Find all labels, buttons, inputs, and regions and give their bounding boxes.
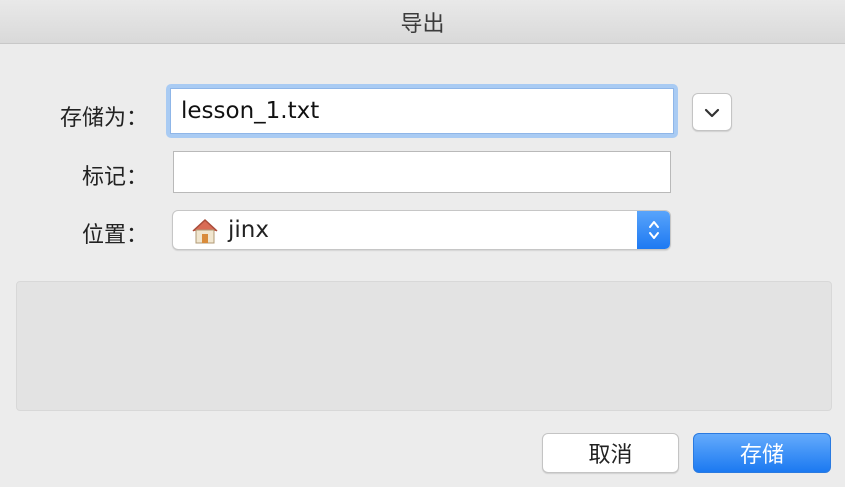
home-folder-icon	[191, 218, 219, 248]
file-browser-area	[16, 281, 832, 411]
cancel-button[interactable]: 取消	[542, 433, 679, 473]
expand-dialog-button[interactable]	[692, 93, 732, 131]
location-label: 位置：	[81, 223, 148, 248]
save-button[interactable]: 存储	[693, 433, 831, 473]
location-popup-button[interactable]: jinx	[172, 210, 671, 250]
save-as-focus-ring	[166, 84, 678, 138]
tags-label: 标记：	[81, 165, 148, 190]
save-as-input[interactable]	[170, 88, 674, 134]
tags-input[interactable]	[173, 151, 671, 193]
window-titlebar: 导出	[0, 0, 845, 44]
chevron-down-icon	[704, 103, 720, 122]
location-value: jinx	[228, 217, 269, 243]
up-down-chevron-icon	[637, 211, 670, 249]
save-as-label: 存储为：	[59, 106, 148, 131]
window-title: 导出	[400, 11, 445, 37]
